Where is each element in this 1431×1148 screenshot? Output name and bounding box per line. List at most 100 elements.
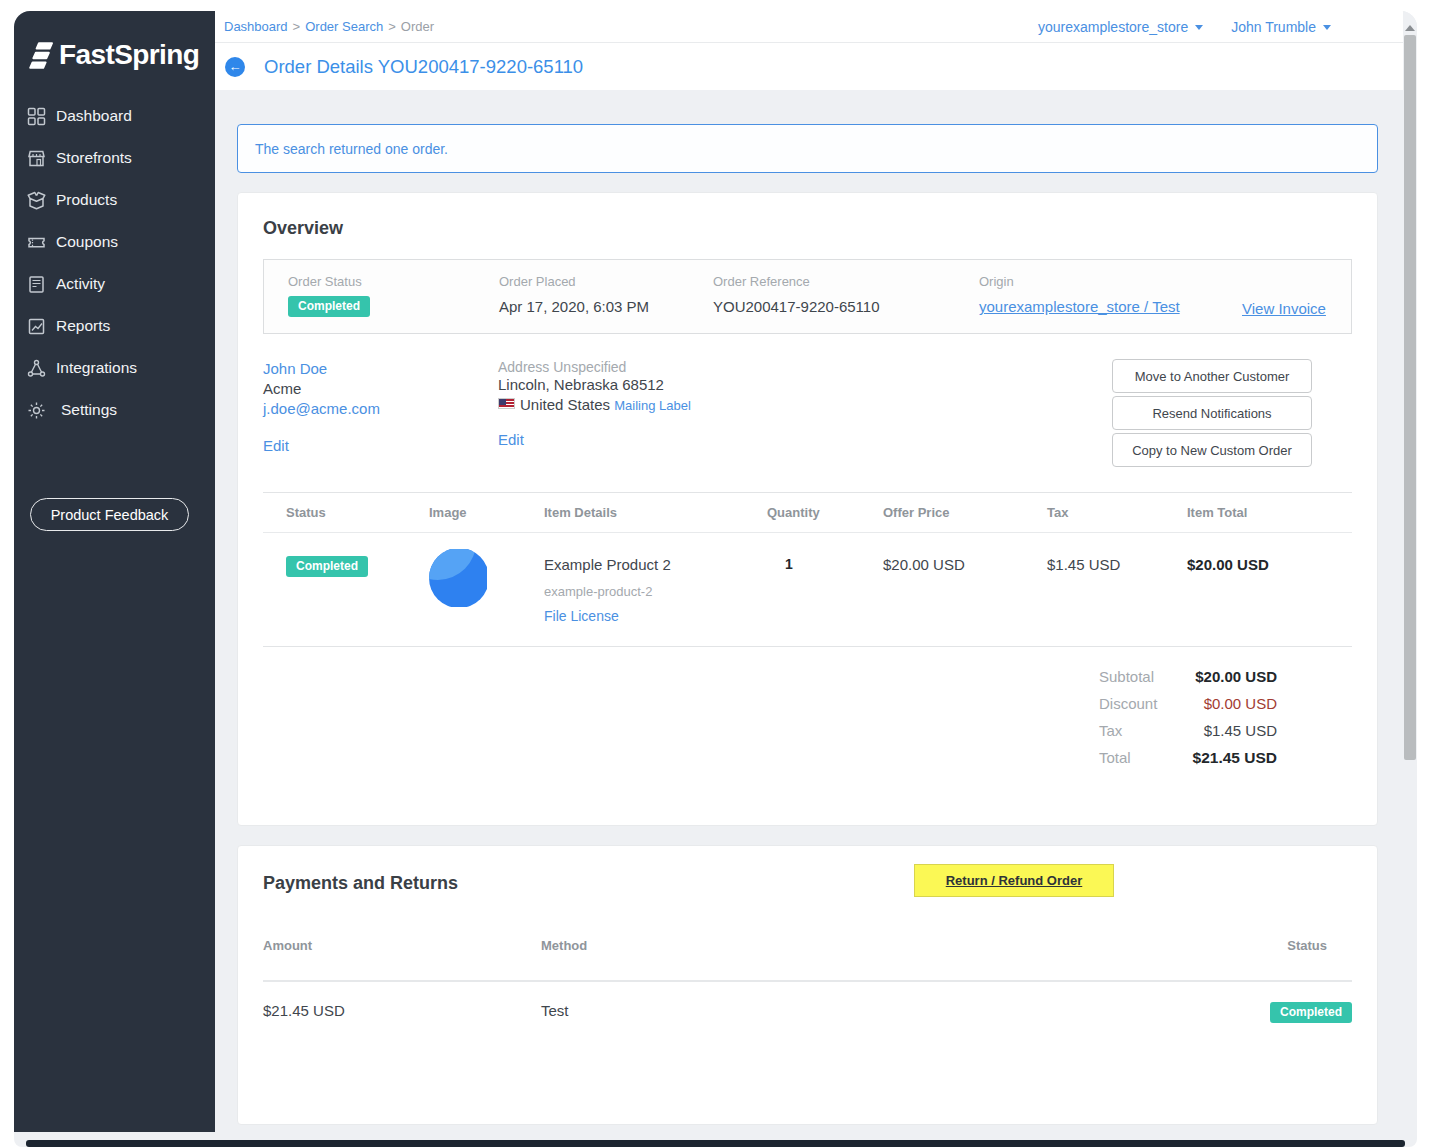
sidebar-item-label: Coupons [56, 233, 118, 251]
subtotal-row: Subtotal $20.00 USD [1099, 668, 1277, 685]
address-country: United States [520, 396, 610, 413]
payment-amount: $21.45 USD [263, 1002, 541, 1023]
total-row: Total $21.45 USD [1099, 749, 1277, 767]
copy-to-new-custom-order-button[interactable]: Copy to New Custom Order [1112, 433, 1312, 467]
title-bar: ← Order Details YOU200417-9220-65110 [215, 43, 1403, 90]
sidebar-item-label: Integrations [56, 359, 137, 377]
chevron-down-icon [1195, 25, 1203, 30]
item-quantity: 1 [767, 556, 883, 572]
page-title: Order Details YOU200417-9220-65110 [264, 56, 583, 78]
scroll-up-arrow-icon[interactable] [1405, 25, 1415, 31]
order-reference-field: Order Reference YOU200417-9220-65110 [713, 274, 979, 333]
view-invoice-link[interactable]: View Invoice [1242, 300, 1326, 317]
integrations-nodes-icon [26, 358, 47, 379]
tax-row: Tax $1.45 USD [1099, 722, 1277, 739]
edit-customer-link[interactable]: Edit [263, 436, 289, 456]
sidebar-item-storefronts[interactable]: Storefronts [14, 137, 215, 179]
item-offer-price: $20.00 USD [883, 556, 1047, 573]
sidebar-item-reports[interactable]: Reports [14, 305, 215, 347]
sidebar-item-products[interactable]: Products [14, 179, 215, 221]
sidebar-item-coupons[interactable]: Coupons [14, 221, 215, 263]
item-row: Completed Example Product 2 [263, 533, 1352, 647]
overview-heading: Overview [263, 218, 1352, 239]
customer-section: John Doe Acme j.doe@acme.com Edit Addres… [263, 359, 1352, 467]
app-window: FastSpring Dashboard Storefronts Product… [14, 11, 1417, 1147]
sidebar-item-label: Settings [61, 401, 117, 419]
customer-email-link[interactable]: j.doe@acme.com [263, 400, 380, 417]
return-refund-order-button[interactable]: Return / Refund Order [914, 864, 1114, 897]
breadcrumb-separator: > [388, 19, 396, 34]
reports-chart-icon [26, 316, 47, 337]
origin-link[interactable]: yourexamplestore_store / Test [979, 298, 1180, 315]
order-actions: Move to Another Customer Resend Notifica… [1112, 359, 1352, 467]
file-license-link[interactable]: File License [544, 608, 619, 624]
sidebar-item-dashboard[interactable]: Dashboard [14, 95, 215, 137]
main-area: Dashboard > Order Search > Order yourexa… [215, 11, 1403, 1147]
topbar: Dashboard > Order Search > Order yourexa… [215, 11, 1403, 43]
payment-status-badge: Completed [1270, 1002, 1352, 1023]
coupon-ticket-icon [26, 232, 47, 253]
address-line1: Address Unspecified [498, 359, 1112, 375]
scrollbar[interactable] [1403, 11, 1417, 1132]
payment-row: $21.45 USD Test Completed [263, 982, 1352, 1023]
sidebar-item-label: Storefronts [56, 149, 132, 167]
fastspring-logo: FastSpring [27, 39, 215, 71]
customer-company: Acme [263, 379, 498, 399]
sidebar: FastSpring Dashboard Storefronts Product… [14, 11, 215, 1132]
fastspring-logo-icon [27, 40, 55, 70]
store-menu[interactable]: yourexamplestore_store [1038, 19, 1203, 35]
product-image [429, 549, 487, 607]
item-slug: example-product-2 [544, 584, 767, 599]
product-feedback-button[interactable]: Product Feedback [30, 498, 189, 531]
breadcrumb-order-search[interactable]: Order Search [305, 19, 383, 34]
sidebar-nav: Dashboard Storefronts Products Coupons A… [14, 95, 215, 431]
settings-gear-icon [26, 400, 47, 421]
sidebar-item-label: Reports [56, 317, 110, 335]
origin-field: Origin yourexamplestore_store / Test [979, 274, 1242, 333]
resend-notifications-button[interactable]: Resend Notifications [1112, 396, 1312, 430]
window-bottom-edge [26, 1140, 1405, 1147]
sidebar-item-settings[interactable]: Settings [14, 389, 215, 431]
info-alert: The search returned one order. [237, 124, 1378, 173]
customer-name-link[interactable]: John Doe [263, 360, 327, 377]
order-placed-field: Order Placed Apr 17, 2020, 6:03 PM [499, 274, 713, 333]
item-status-badge: Completed [286, 556, 368, 577]
products-box-icon [26, 190, 47, 211]
brand-name: FastSpring [59, 39, 199, 71]
move-to-another-customer-button[interactable]: Move to Another Customer [1112, 359, 1312, 393]
activity-list-icon [26, 274, 47, 295]
edit-address-link[interactable]: Edit [498, 430, 524, 450]
topbar-menus: yourexamplestore_store John Trumble [1038, 19, 1331, 35]
customer-info: John Doe Acme j.doe@acme.com Edit [263, 359, 498, 467]
item-tax: $1.45 USD [1047, 556, 1187, 573]
sidebar-item-activity[interactable]: Activity [14, 263, 215, 305]
address-line2: Lincoln, Nebraska 68512 [498, 375, 1112, 395]
chevron-down-icon [1323, 25, 1331, 30]
order-items-table: Status Image Item Details Quantity Offer… [263, 492, 1352, 647]
sidebar-item-label: Dashboard [56, 107, 132, 125]
item-name: Example Product 2 [544, 556, 767, 573]
sidebar-item-label: Activity [56, 275, 105, 293]
order-summary-strip: Order Status Completed Order Placed Apr … [263, 259, 1352, 334]
discount-row: Discount $0.00 USD [1099, 695, 1277, 712]
user-menu[interactable]: John Trumble [1231, 19, 1331, 35]
payments-card: Payments and Returns Return / Refund Ord… [237, 845, 1378, 1125]
order-totals: Subtotal $20.00 USD Discount $0.00 USD T… [263, 668, 1352, 777]
item-total: $20.00 USD [1187, 556, 1352, 573]
mailing-label-link[interactable]: Mailing Label [614, 398, 691, 413]
order-status-field: Order Status Completed [288, 274, 499, 333]
back-button[interactable]: ← [225, 57, 245, 77]
alert-message: The search returned one order. [255, 141, 448, 157]
sidebar-item-label: Products [56, 191, 117, 209]
payments-heading: Payments and Returns [263, 873, 1352, 894]
sidebar-item-integrations[interactable]: Integrations [14, 347, 215, 389]
us-flag-icon [498, 398, 515, 409]
scrollbar-thumb[interactable] [1404, 35, 1416, 760]
breadcrumb-separator: > [293, 19, 301, 34]
storefront-icon [26, 148, 47, 169]
items-table-header: Status Image Item Details Quantity Offer… [263, 493, 1352, 533]
page-content: The search returned one order. Overview … [215, 90, 1403, 1147]
breadcrumb-dashboard[interactable]: Dashboard [224, 19, 288, 34]
order-status-badge: Completed [288, 296, 370, 317]
payments-table-header: Amount Method Status [263, 938, 1352, 982]
